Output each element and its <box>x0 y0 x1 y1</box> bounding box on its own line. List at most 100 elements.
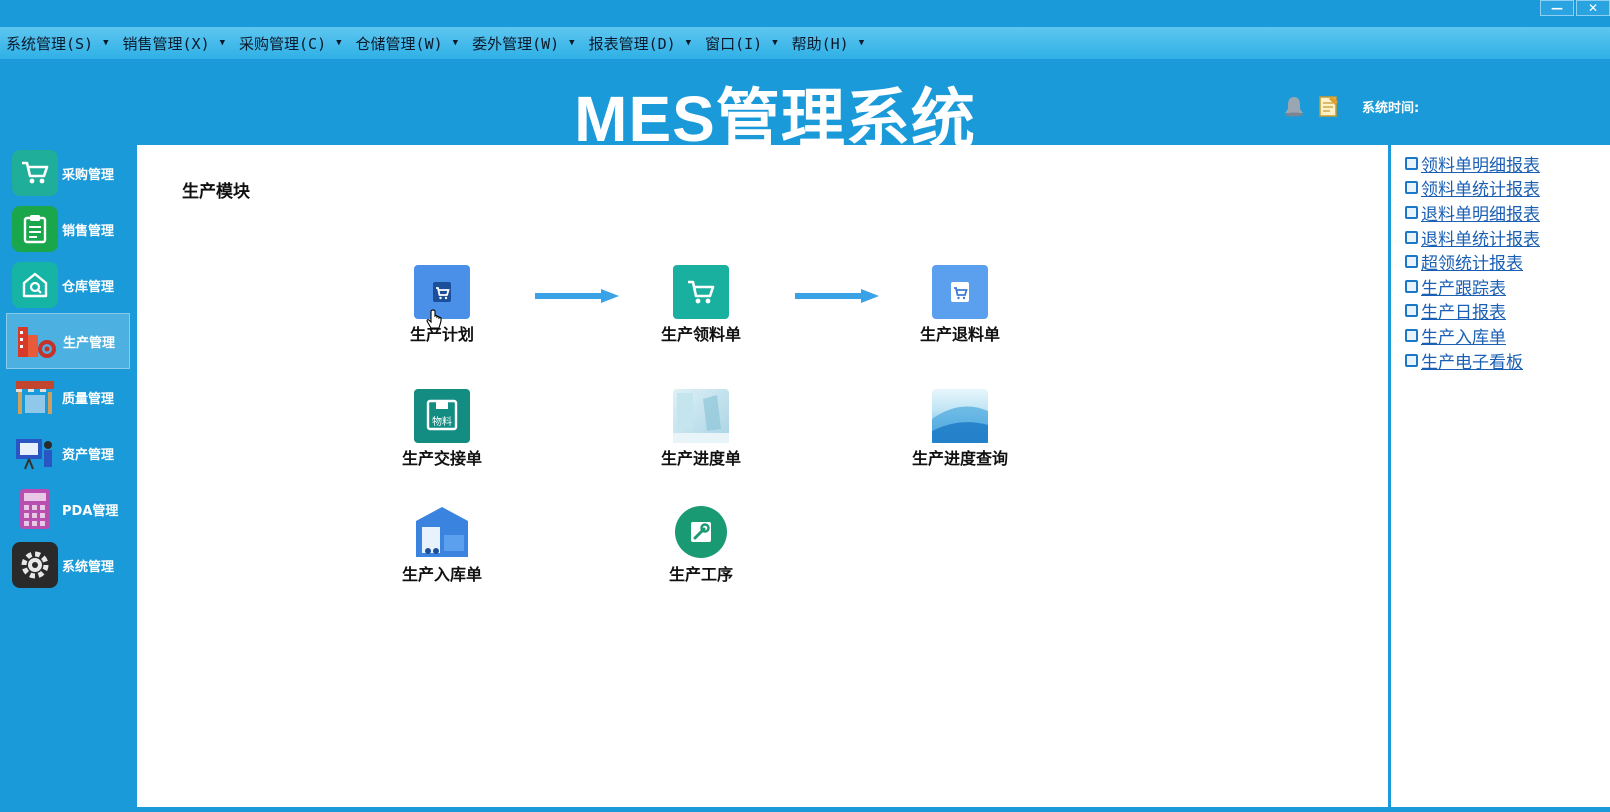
tile-label: 生产交接单 <box>401 449 482 468</box>
flow-arrow-icon <box>535 289 619 303</box>
menu-sales[interactable]: 销售管理(X) ▼ <box>123 33 226 54</box>
report-link[interactable]: 退料单明细报表 <box>1391 200 1610 225</box>
bottom-border <box>0 807 1610 812</box>
report-link-label: 生产日报表 <box>1421 303 1506 324</box>
tile-production-storage[interactable]: 生产入库单 <box>362 505 522 585</box>
report-link[interactable]: 退料单统计报表 <box>1391 225 1610 250</box>
sidebar-item-label: 销售管理 <box>62 223 115 239</box>
close-button[interactable]: ✕ <box>1576 0 1610 16</box>
chevron-down-icon: ▼ <box>685 38 692 48</box>
minimize-button[interactable]: — <box>1540 0 1574 16</box>
sidebar-item-label: 质量管理 <box>62 391 115 407</box>
sidebar-item-system[interactable]: 系统管理 <box>0 537 136 593</box>
wrench-icon <box>673 505 729 559</box>
report-link[interactable]: 生产日报表 <box>1391 299 1610 324</box>
menu-system[interactable]: 系统管理(S) ▼ <box>6 33 109 54</box>
report-link-label: 领料单明细报表 <box>1421 155 1540 176</box>
sidebar-item-sales[interactable]: 销售管理 <box>0 201 136 257</box>
report-link[interactable]: 生产入库单 <box>1391 323 1610 348</box>
square-bullet-icon <box>1405 255 1418 269</box>
tile-label: 生产进度查询 <box>911 449 1008 468</box>
sidebar-item-pda[interactable]: PDA管理 <box>0 481 136 537</box>
sidebar-item-label: PDA管理 <box>62 503 119 519</box>
menu-reports[interactable]: 报表管理(D) ▼ <box>589 33 692 54</box>
menu-window[interactable]: 窗口(I) ▼ <box>705 33 778 54</box>
flow-arrow-icon <box>795 289 879 303</box>
report-link-label: 生产入库单 <box>1421 327 1506 348</box>
image-thumbnail-icon <box>932 389 988 443</box>
cart-icon <box>12 150 58 196</box>
sidebar-item-purchase[interactable]: 采购管理 <box>0 145 136 201</box>
sidebar-item-warehouse[interactable]: 仓库管理 <box>0 257 136 313</box>
calculator-icon <box>12 486 58 532</box>
hand-cursor-icon <box>426 309 442 329</box>
sidebar-item-quality[interactable]: 质量管理 <box>0 369 136 425</box>
chevron-down-icon: ▼ <box>452 38 459 48</box>
square-bullet-icon <box>1405 328 1418 342</box>
gear-icon <box>12 542 58 588</box>
shop-icon <box>12 374 58 420</box>
clipboard-icon <box>12 206 58 252</box>
sidebar-item-label: 生产管理 <box>63 335 116 351</box>
tile-label: 生产工序 <box>668 565 733 584</box>
report-link-label: 超领统计报表 <box>1421 254 1523 275</box>
sidebar-item-label: 系统管理 <box>62 559 115 575</box>
image-thumbnail-icon <box>673 389 729 443</box>
report-link-label: 生产电子看板 <box>1421 352 1523 373</box>
sidebar-item-assets[interactable]: 资产管理 <box>0 425 136 481</box>
menu-purchase[interactable]: 采购管理(C) ▼ <box>239 33 342 54</box>
menu-label: 销售管理(X) <box>122 34 210 53</box>
window-controls: — ✕ <box>1540 0 1610 18</box>
main-panel: 生产模块 生产计划 生产领料单 生产退料单 物料 生产交接单 生产进度单 生产进… <box>137 145 1388 807</box>
chevron-down-icon: ▼ <box>772 38 778 48</box>
menu-label: 窗口(I) <box>705 34 763 53</box>
square-bullet-icon <box>1405 156 1418 170</box>
report-link[interactable]: 生产电子看板 <box>1391 348 1610 373</box>
sidebar-item-production[interactable]: 生产管理 <box>6 313 130 369</box>
menu-outsource[interactable]: 委外管理(W) ▼ <box>472 33 575 54</box>
tile-label: 生产进度单 <box>660 449 741 468</box>
square-bullet-icon <box>1405 181 1418 195</box>
memo-icon[interactable] <box>1318 94 1340 118</box>
tile-production-handover[interactable]: 物料 生产交接单 <box>362 389 522 469</box>
badge-text: 物料 <box>432 415 452 428</box>
square-bullet-icon <box>1405 205 1418 219</box>
menu-label: 报表管理(D) <box>588 34 676 53</box>
warehouse-icon <box>12 262 58 308</box>
chevron-down-icon: ▼ <box>569 38 575 48</box>
header: MES管理系统 系统时间: <box>0 60 1610 155</box>
tile-label: 生产领料单 <box>660 325 741 344</box>
square-bullet-icon <box>1405 230 1418 244</box>
tile-production-picking[interactable]: 生产领料单 <box>621 265 781 345</box>
report-link[interactable]: 领料单统计报表 <box>1391 176 1610 201</box>
report-link[interactable]: 领料单明细报表 <box>1391 151 1610 176</box>
chevron-down-icon: ▼ <box>219 38 226 48</box>
sidebar-item-label: 仓库管理 <box>62 279 115 295</box>
sidebar-item-label: 采购管理 <box>62 167 115 183</box>
system-time-label: 系统时间: <box>1362 100 1420 116</box>
chevron-down-icon: ▼ <box>336 38 342 48</box>
tile-production-progress[interactable]: 生产进度单 <box>621 389 781 469</box>
menubar: 系统管理(S) ▼ 销售管理(X) ▼ 采购管理(C) ▼ 仓储管理(W) ▼ 委外管理… <box>0 27 1610 59</box>
report-link[interactable]: 生产跟踪表 <box>1391 274 1610 299</box>
tile-production-plan[interactable]: 生产计划 <box>362 265 522 345</box>
bell-icon[interactable] <box>1282 95 1306 117</box>
report-link-label: 退料单统计报表 <box>1421 229 1540 250</box>
presentation-icon <box>12 430 58 476</box>
warehouse-truck-icon <box>414 505 470 559</box>
sidebar: 采购管理 销售管理 仓库管理 生产管理 质量管理 资产管理 PDA管理 系统管理 <box>0 145 136 593</box>
tile-production-progress-query[interactable]: 生产进度查询 <box>880 389 1040 469</box>
square-bullet-icon <box>1405 279 1418 293</box>
menu-help[interactable]: 帮助(H) ▼ <box>792 33 865 54</box>
report-link[interactable]: 超领统计报表 <box>1391 249 1610 274</box>
material-box-icon: 物料 <box>414 389 470 443</box>
sidebar-item-label: 资产管理 <box>62 447 115 463</box>
menu-label: 委外管理(W) <box>472 34 560 53</box>
tile-production-process[interactable]: 生产工序 <box>621 505 781 585</box>
cart-icon <box>673 265 729 319</box>
report-link-label: 领料单统计报表 <box>1421 180 1540 201</box>
menu-storage[interactable]: 仓储管理(W) ▼ <box>356 33 459 54</box>
report-links-panel: 领料单明细报表 领料单统计报表 退料单明细报表 退料单统计报表 超领统计报表 生… <box>1389 145 1610 807</box>
tile-production-return[interactable]: 生产退料单 <box>880 265 1040 345</box>
factory-icon <box>13 318 59 364</box>
